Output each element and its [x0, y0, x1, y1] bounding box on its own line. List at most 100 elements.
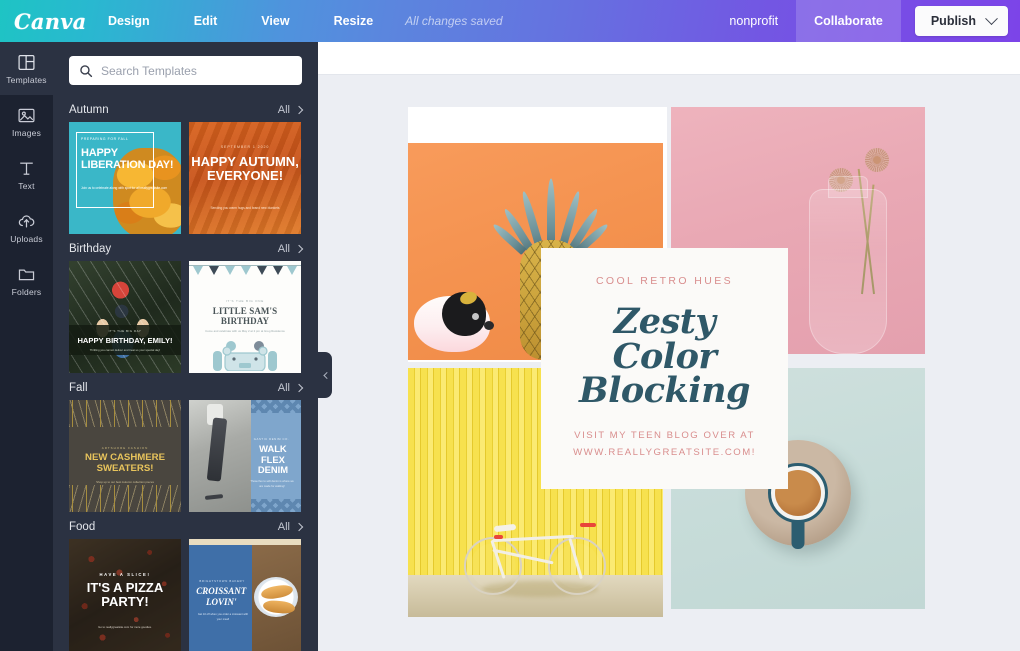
card-title: Zesty Color Blocking — [559, 304, 770, 408]
menu-item-view[interactable]: View — [239, 0, 311, 42]
template-new-cashmere-sweaters[interactable]: ARTSHORE FASHION NEW CASHMERE SWEATERS! … — [69, 400, 181, 512]
section-header: Autumn All — [69, 95, 304, 122]
app-header: Canva Design Edit View Resize All change… — [0, 0, 1020, 42]
thumb-subtext: Join us to celebrate along with spot for… — [81, 186, 168, 190]
see-all-fall[interactable]: All — [277, 382, 304, 394]
bike-handlebar — [580, 523, 596, 527]
bunting-flag — [209, 266, 219, 275]
sidebar-item-images[interactable]: Images — [0, 95, 53, 148]
template-happy-birthday-emily[interactable]: IT'S THE BIG DAY HAPPY BIRTHDAY, EMILY! … — [69, 261, 181, 373]
card-kicker: COOL RETRO HUES — [595, 275, 734, 288]
template-walk-flex-denim[interactable]: GASTIC DENIM CO. WALK FLEX DENIM Those f… — [189, 400, 301, 512]
zigzag-bottom — [250, 499, 301, 512]
header-actions: nonprofit Collaborate Publish — [711, 0, 1020, 42]
template-row: PREPARING FOR FALL HAPPY LIBERATION DAY!… — [69, 122, 302, 234]
text-icon — [17, 158, 36, 178]
design-zesty-color-blocking[interactable]: COOL RETRO HUES Zesty Color Blocking VIS… — [408, 107, 925, 617]
thumb-kicker: IT'S THE BIG ONE — [225, 299, 265, 303]
thumb-kicker: HAVE A SLICE! — [99, 572, 151, 577]
chevron-right-icon — [294, 244, 304, 254]
thumb-headline: NEW CASHMERE SWEATERS! — [85, 452, 165, 474]
section-fall: Fall All ARTSHORE FASHION NEW CASHMERE S… — [53, 373, 318, 512]
search-icon — [79, 64, 93, 78]
save-status: All changes saved — [405, 14, 503, 28]
design-text-card[interactable]: COOL RETRO HUES Zesty Color Blocking VIS… — [541, 248, 788, 489]
publish-label: Publish — [930, 14, 976, 28]
stripe-overlay — [69, 261, 181, 373]
thumb-kicker: ARTSHORE FASHION — [101, 446, 149, 450]
thumb-headline: IT'S A PIZZA PARTY! — [86, 580, 164, 609]
skateboard-shape — [204, 493, 224, 500]
section-food: Food All HAVE A SLICE! IT'S A PIZZA PART… — [53, 512, 318, 651]
chevron-left-icon — [322, 371, 330, 379]
see-all-label: All — [277, 521, 290, 533]
template-little-sams-birthday[interactable]: IT'S THE BIG ONE LITTLE SAM'S BIRTHDAY C… — [189, 261, 301, 373]
bunting-flag — [287, 266, 297, 275]
pineapple-crown — [490, 143, 610, 255]
see-all-autumn[interactable]: All — [278, 104, 304, 116]
collaborate-button[interactable]: Collaborate — [796, 0, 901, 42]
bunting-flag — [241, 266, 251, 275]
section-title: Autumn — [69, 104, 109, 116]
sidebar-label-templates: Templates — [6, 75, 47, 85]
search-box[interactable] — [69, 56, 302, 85]
thumb-subtext: Get 10 off when you order a croissant wi… — [197, 613, 249, 621]
sidebar-label-uploads: Uploads — [10, 234, 43, 244]
template-happy-autumn-everyone[interactable]: SEPTEMBER 1 2020 HAPPY AUTUMN, EVERYONE!… — [189, 122, 301, 234]
section-autumn: Autumn All PREPARING FOR FALL HAPPY LIBE… — [53, 95, 318, 234]
template-row: ARTSHORE FASHION NEW CASHMERE SWEATERS! … — [69, 400, 302, 512]
search-input[interactable] — [101, 63, 292, 78]
see-all-food[interactable]: All — [277, 521, 304, 533]
template-croissant-lovin[interactable]: BRIGHTSTOWN BAKERY CROISSANT LOVIN' Get … — [189, 539, 301, 651]
sidebar-item-templates[interactable]: Templates — [0, 42, 53, 95]
panel-collapse-handle[interactable] — [318, 352, 332, 398]
publish-button[interactable]: Publish — [914, 6, 1008, 36]
thumb-kicker: IT'S THE BIG DAY — [108, 329, 142, 333]
account-name[interactable]: nonprofit — [711, 14, 796, 28]
flower-bloom — [865, 148, 889, 172]
images-icon — [17, 105, 36, 125]
card-footer-line1: VISIT MY TEEN BLOG OVER AT — [574, 430, 755, 442]
bunting-flag — [257, 266, 267, 275]
chevron-right-icon — [294, 105, 304, 115]
thumb-kicker: BRIGHTSTOWN BAKERY — [199, 579, 245, 583]
sidebar-item-folders[interactable]: Folders — [0, 254, 53, 307]
sidebar-item-text[interactable]: Text — [0, 148, 53, 201]
canva-logo[interactable]: Canva — [0, 9, 86, 34]
bunting-flag — [273, 266, 283, 275]
section-title: Fall — [69, 382, 88, 394]
thumb-kicker: SEPTEMBER 1 2020 — [220, 145, 270, 149]
thumb-headline: HAPPY BIRTHDAY, EMILY! — [77, 336, 173, 345]
sidebar-label-images: Images — [11, 128, 42, 138]
template-happy-liberation-day[interactable]: PREPARING FOR FALL HAPPY LIBERATION DAY!… — [69, 122, 181, 234]
folders-icon — [17, 264, 36, 284]
canva-editor: Canva Design Edit View Resize All change… — [0, 0, 1020, 651]
template-row: IT'S THE BIG DAY HAPPY BIRTHDAY, EMILY! … — [69, 261, 302, 373]
card-title-line1: Zesty Color — [612, 301, 717, 377]
section-birthday: Birthday All IT'S THE BIG DAY HAPPY BIRT… — [53, 234, 318, 373]
bunting-art — [189, 261, 301, 283]
menu-item-design[interactable]: Design — [86, 0, 172, 42]
thumb-headline: WALK FLEX DENIM — [257, 443, 289, 476]
template-row: HAVE A SLICE! IT'S A PIZZA PARTY! Go to … — [69, 539, 302, 651]
bike-accent — [494, 535, 503, 539]
bunting-flag — [193, 266, 203, 275]
bunting-flag — [225, 266, 235, 275]
see-all-label: All — [277, 382, 290, 394]
thumb-kicker: GASTIC DENIM CO. — [253, 437, 290, 441]
bicycle — [464, 521, 606, 597]
sidebar-item-uploads[interactable]: Uploads — [0, 201, 53, 254]
menu-item-resize[interactable]: Resize — [312, 0, 396, 42]
menu-item-edit[interactable]: Edit — [172, 0, 240, 42]
canvas-area[interactable]: COOL RETRO HUES Zesty Color Blocking VIS… — [318, 75, 1020, 651]
thumb-headline: HAPPY AUTUMN, EVERYONE! — [191, 154, 299, 183]
chevron-right-icon — [294, 383, 304, 393]
glass-vase — [809, 176, 887, 354]
zigzag-top — [250, 400, 301, 413]
see-all-birthday[interactable]: All — [278, 243, 304, 255]
pig-eye — [472, 313, 479, 320]
template-its-a-pizza-party[interactable]: HAVE A SLICE! IT'S A PIZZA PARTY! Go to … — [69, 539, 181, 651]
section-header: Fall All — [69, 373, 304, 400]
thumb-subtext: Come and celebrate with us May 2 at 2 pm… — [205, 329, 285, 333]
chevron-right-icon — [294, 522, 304, 532]
